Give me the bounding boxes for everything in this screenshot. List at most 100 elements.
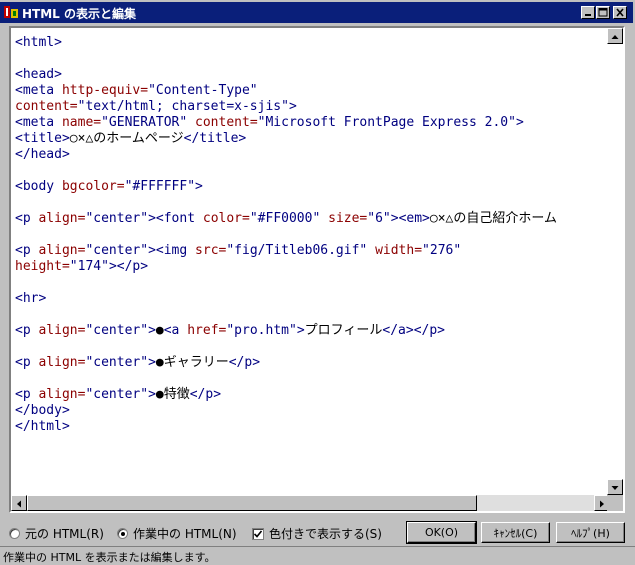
minimize-icon xyxy=(585,14,591,16)
code-token: "174" xyxy=(69,259,109,274)
html-editor-frame: <html> <head> <meta http-equiv="Content-T… xyxy=(9,26,625,513)
ok-button[interactable]: OK(O) xyxy=(406,521,477,544)
original-html-radio[interactable] xyxy=(9,528,20,539)
close-button[interactable] xyxy=(613,6,627,19)
code-token: ● xyxy=(155,323,164,338)
code-token: "6" xyxy=(367,211,391,226)
code-token: "center" xyxy=(85,211,149,226)
code-line: <meta name="GENERATOR" content="Microsof… xyxy=(15,115,557,131)
code-token: <title> xyxy=(15,131,70,146)
code-token: ><img xyxy=(148,243,196,258)
html-view-dialog: HTML の表示と編集 <html> <head> <meta http-equi… xyxy=(0,0,635,564)
code-line: content="text/html; charset=x-sjis"> xyxy=(15,99,557,115)
code-token: > xyxy=(515,115,524,130)
code-token: > xyxy=(148,355,156,370)
minimize-button[interactable] xyxy=(581,6,595,19)
code-line: <head> xyxy=(15,67,557,83)
code-token: <head> xyxy=(15,67,62,82)
code-token: <hr> xyxy=(15,291,47,306)
color-display-label: 色付きで表示する(S) xyxy=(269,527,382,541)
scroll-up-button[interactable] xyxy=(607,28,623,44)
code-token: "fig/Titleb06.gif" xyxy=(226,243,368,258)
code-token: align= xyxy=(38,355,86,370)
code-token: src= xyxy=(195,243,227,258)
code-line: <html> xyxy=(15,35,557,51)
code-token: "center" xyxy=(85,243,149,258)
code-line: <p align="center"><img src="fig/Titleb06… xyxy=(15,243,557,259)
code-token: </p> xyxy=(228,355,261,370)
color-display-option[interactable]: 色付きで表示する(S) xyxy=(252,525,382,542)
code-token: "GENERATOR" xyxy=(101,115,188,130)
code-token: ○×△のホームページ xyxy=(69,131,184,146)
view-options: 元の HTML(R) 作業中の HTML(N) 色付きで表示する(S) OK(O… xyxy=(0,520,635,546)
code-token: > xyxy=(195,179,203,194)
original-html-label: 元の HTML(R) xyxy=(25,527,104,541)
code-token: height= xyxy=(15,259,70,274)
scroll-down-button[interactable] xyxy=(607,479,623,495)
code-token: align= xyxy=(38,211,86,226)
code-token: "center" xyxy=(85,323,149,338)
vertical-scrollbar[interactable] xyxy=(607,28,623,495)
code-token: "#FFFFFF" xyxy=(124,179,196,194)
maximize-button[interactable] xyxy=(596,6,610,19)
current-html-radio[interactable] xyxy=(117,528,128,539)
code-token: プロフィール xyxy=(304,323,383,338)
close-icon xyxy=(616,8,624,17)
window-title: HTML の表示と編集 xyxy=(22,7,136,21)
code-token: ●ギャラリー xyxy=(155,355,229,370)
code-token: http-equiv= xyxy=(61,83,149,98)
horizontal-scroll-thumb[interactable] xyxy=(27,495,477,511)
frontpage-express-icon xyxy=(4,6,18,18)
original-html-option[interactable]: 元の HTML(R) xyxy=(9,525,104,542)
cancel-button[interactable]: ｷｬﾝｾﾙ(C) xyxy=(481,522,550,543)
current-html-option[interactable]: 作業中の HTML(N) xyxy=(117,525,237,542)
code-token: content= xyxy=(15,99,78,114)
code-token: ><font xyxy=(148,211,203,226)
code-token: align= xyxy=(38,323,86,338)
code-token: </body> xyxy=(15,403,70,418)
code-token: align= xyxy=(38,243,86,258)
code-line: </head> xyxy=(15,147,557,163)
code-token: <a xyxy=(163,323,188,338)
code-token: ○×△の自己紹介ホーム xyxy=(429,211,557,226)
current-html-label: 作業中の HTML(N) xyxy=(133,527,237,541)
code-line: <body bgcolor="#FFFFFF"> xyxy=(15,179,557,195)
code-token: </html> xyxy=(15,419,70,434)
scroll-left-button[interactable] xyxy=(11,495,27,511)
code-token: <body xyxy=(15,179,62,194)
code-line: </html> xyxy=(15,419,557,435)
code-line: <p align="center">●特徴</p> xyxy=(15,387,557,403)
code-token: align= xyxy=(38,387,86,402)
code-token: > xyxy=(296,323,305,338)
code-line: <p align="center">●ギャラリー</p> xyxy=(15,355,557,371)
code-token: "pro.htm" xyxy=(226,323,297,338)
code-line: <title>○×△のホームページ</title> xyxy=(15,131,557,147)
code-token: <p xyxy=(15,211,39,226)
code-token: > xyxy=(288,99,297,114)
scroll-corner xyxy=(607,495,623,511)
help-button[interactable]: ﾍﾙﾌﾟ(H) xyxy=(556,522,625,543)
horizontal-scrollbar[interactable] xyxy=(11,495,610,511)
code-line: <p align="center"><font color="#FF0000" … xyxy=(15,211,557,227)
html-source-text[interactable]: <html> <head> <meta http-equiv="Content-T… xyxy=(15,35,557,435)
code-token: size= xyxy=(328,211,368,226)
color-display-checkbox[interactable] xyxy=(252,527,264,540)
code-token: "Microsoft FrontPage Express 2.0" xyxy=(257,115,516,130)
arrow-down-icon xyxy=(611,486,619,490)
maximize-icon xyxy=(598,8,608,17)
code-token: href= xyxy=(187,323,227,338)
code-token: <meta xyxy=(15,115,62,130)
html-source-editor[interactable]: <html> <head> <meta http-equiv="Content-T… xyxy=(13,30,613,492)
arrow-left-icon xyxy=(17,500,21,508)
title-bar[interactable]: HTML の表示と編集 xyxy=(0,2,633,23)
code-line: <hr> xyxy=(15,291,557,307)
code-token: "center" xyxy=(85,355,149,370)
